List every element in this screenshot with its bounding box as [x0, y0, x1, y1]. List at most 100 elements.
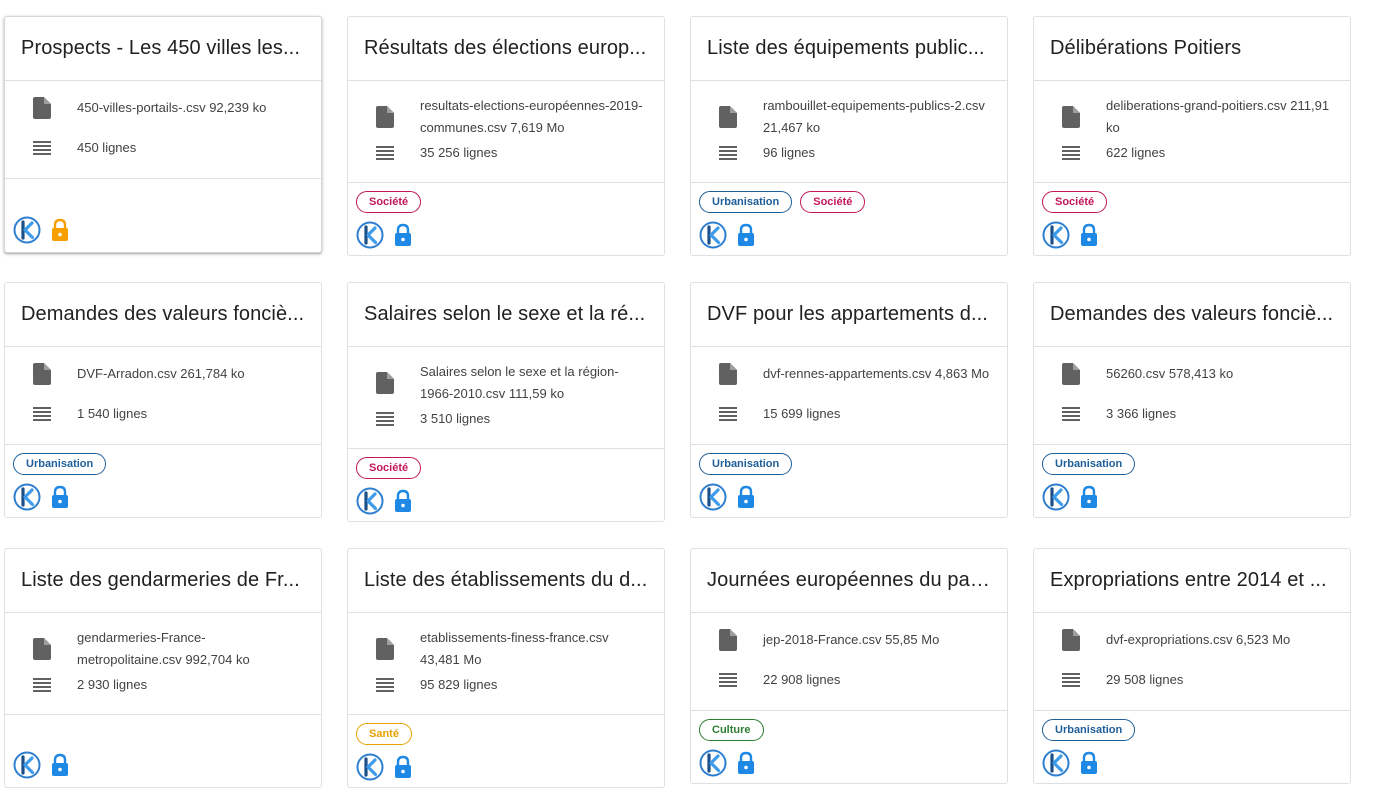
lines-row: 2 930 lignes	[5, 674, 321, 696]
tag-chip[interactable]: Société	[356, 191, 422, 213]
row-count: 96 lignes	[763, 145, 816, 160]
tag-chip[interactable]: Urbanisation	[699, 191, 793, 213]
k-logo-icon[interactable]	[699, 483, 727, 511]
tag-chip[interactable]: Urbanisation	[1042, 719, 1136, 741]
file-icon	[717, 629, 739, 651]
dataset-card[interactable]: DVF pour les appartements d... dvf-rennes…	[690, 282, 1008, 518]
lock-icon[interactable]	[49, 485, 71, 509]
lock-icon[interactable]	[735, 485, 757, 509]
dataset-card[interactable]: Liste des établissements du d... etabliss…	[347, 548, 665, 788]
card-info: gendarmeries-France-metropolitaine.csv 9…	[5, 613, 321, 715]
file-name-size: gendarmeries-France-metropolitaine.csv 9…	[77, 630, 250, 667]
file-icon	[374, 638, 396, 660]
card-title[interactable]: Liste des équipements public...	[691, 17, 1007, 81]
card-info: dvf-expropriations.csv 6,523 Mo 29 508 li…	[1034, 613, 1350, 711]
card-title-text: Prospects - Les 450 villes les...	[21, 37, 300, 59]
dataset-card[interactable]: Liste des gendarmeries de Fr... gendarmer…	[4, 548, 322, 788]
file-row: gendarmeries-France-metropolitaine.csv 9…	[5, 627, 321, 671]
card-title[interactable]: Demandes des valeurs fonciè...	[1034, 283, 1350, 347]
dataset-card[interactable]: Liste des équipements public... rambouill…	[690, 16, 1008, 256]
card-actions	[1042, 749, 1100, 777]
card-title[interactable]: Salaires selon le sexe et la ré...	[348, 283, 664, 347]
tag-list: Urbanisation	[13, 453, 107, 475]
card-title-text: Demandes des valeurs fonciè...	[21, 303, 305, 325]
lines-row: 96 lignes	[691, 142, 1007, 164]
list-icon	[1060, 669, 1082, 691]
card-title[interactable]: Demandes des valeurs fonciè...	[5, 283, 321, 347]
tag-chip[interactable]: Culture	[699, 719, 764, 741]
lock-icon[interactable]	[49, 753, 71, 777]
k-logo-icon[interactable]	[356, 753, 384, 781]
dataset-card[interactable]: Salaires selon le sexe et la ré... Salair…	[347, 282, 665, 522]
lock-icon[interactable]	[735, 751, 757, 775]
lock-icon[interactable]	[392, 755, 414, 779]
dataset-card[interactable]: Demandes des valeurs fonciè... 56260.csv …	[1033, 282, 1351, 518]
row-count: 1 540 lignes	[77, 406, 148, 421]
card-title-text: Délibérations Poitiers	[1050, 37, 1242, 59]
card-title[interactable]: Résultats des élections europ...	[348, 17, 664, 81]
card-actions	[13, 751, 71, 779]
lines-row: 22 908 lignes	[691, 669, 1007, 691]
card-title[interactable]: Liste des gendarmeries de Fr...	[5, 549, 321, 613]
lock-icon[interactable]	[1078, 751, 1100, 775]
card-footer: Société	[348, 449, 664, 523]
lock-icon[interactable]	[49, 218, 71, 242]
row-count: 15 699 lignes	[763, 406, 841, 421]
k-logo-icon[interactable]	[13, 483, 41, 511]
file-icon	[374, 372, 396, 394]
lock-icon[interactable]	[392, 223, 414, 247]
card-footer: Société	[1034, 183, 1350, 257]
list-icon	[374, 142, 396, 164]
lines-row: 3 366 lignes	[1034, 403, 1350, 425]
lock-icon[interactable]	[392, 489, 414, 513]
lines-row: 35 256 lignes	[348, 142, 664, 164]
k-logo-icon[interactable]	[356, 221, 384, 249]
dataset-card[interactable]: Expropriations entre 2014 et ... dvf-expr…	[1033, 548, 1351, 784]
lines-row: 1 540 lignes	[5, 403, 321, 425]
k-logo-icon[interactable]	[699, 221, 727, 249]
lock-icon[interactable]	[735, 223, 757, 247]
card-footer: Urbanisation	[5, 445, 321, 519]
card-title[interactable]: DVF pour les appartements d...	[691, 283, 1007, 347]
dataset-card[interactable]: Délibérations Poitiers deliberations-gran…	[1033, 16, 1351, 256]
tag-chip[interactable]: Société	[356, 457, 422, 479]
tag-chip[interactable]: Société	[1042, 191, 1108, 213]
dataset-card[interactable]: Résultats des élections europ... resultat…	[347, 16, 665, 256]
card-footer	[5, 179, 321, 254]
card-title[interactable]: Liste des établissements du d...	[348, 549, 664, 613]
k-logo-icon[interactable]	[1042, 483, 1070, 511]
k-logo-icon[interactable]	[699, 749, 727, 777]
tag-chip[interactable]: Urbanisation	[1042, 453, 1136, 475]
row-count: 2 930 lignes	[77, 677, 148, 692]
file-icon	[1060, 629, 1082, 651]
file-name-size: Salaires selon le sexe et la région-1966…	[420, 364, 619, 401]
file-icon	[717, 363, 739, 385]
k-logo-icon[interactable]	[1042, 221, 1070, 249]
k-logo-icon[interactable]	[13, 751, 41, 779]
list-icon	[717, 142, 739, 164]
dataset-card[interactable]: Prospects - Les 450 villes les... 450-vil…	[4, 16, 322, 253]
card-title[interactable]: Délibérations Poitiers	[1034, 17, 1350, 81]
tag-chip[interactable]: Société	[800, 191, 866, 213]
tag-chip[interactable]: Santé	[356, 723, 412, 745]
tag-chip[interactable]: Urbanisation	[13, 453, 107, 475]
file-icon	[31, 363, 53, 385]
lock-icon[interactable]	[1078, 485, 1100, 509]
file-name-size: 56260.csv 578,413 ko	[1106, 366, 1234, 381]
card-info: 56260.csv 578,413 ko 3 366 lignes	[1034, 347, 1350, 445]
card-actions	[13, 216, 71, 244]
k-logo-icon[interactable]	[356, 487, 384, 515]
list-icon	[717, 669, 739, 691]
card-title[interactable]: Journées européennes du pat...	[691, 549, 1007, 613]
k-logo-icon[interactable]	[1042, 749, 1070, 777]
card-title[interactable]: Expropriations entre 2014 et ...	[1034, 549, 1350, 613]
card-title[interactable]: Prospects - Les 450 villes les...	[5, 17, 321, 81]
tag-chip[interactable]: Urbanisation	[699, 453, 793, 475]
lock-icon[interactable]	[1078, 223, 1100, 247]
dataset-card[interactable]: Demandes des valeurs fonciè... DVF-Arrado…	[4, 282, 322, 518]
k-logo-icon[interactable]	[13, 216, 41, 244]
dataset-card[interactable]: Journées européennes du pat... jep-2018-F…	[690, 548, 1008, 784]
card-info: deliberations-grand-poitiers.csv 211,91 …	[1034, 81, 1350, 183]
row-count: 95 829 lignes	[420, 677, 498, 692]
file-name-size: etablissements-finess-france.csv 43,481 …	[420, 630, 609, 667]
